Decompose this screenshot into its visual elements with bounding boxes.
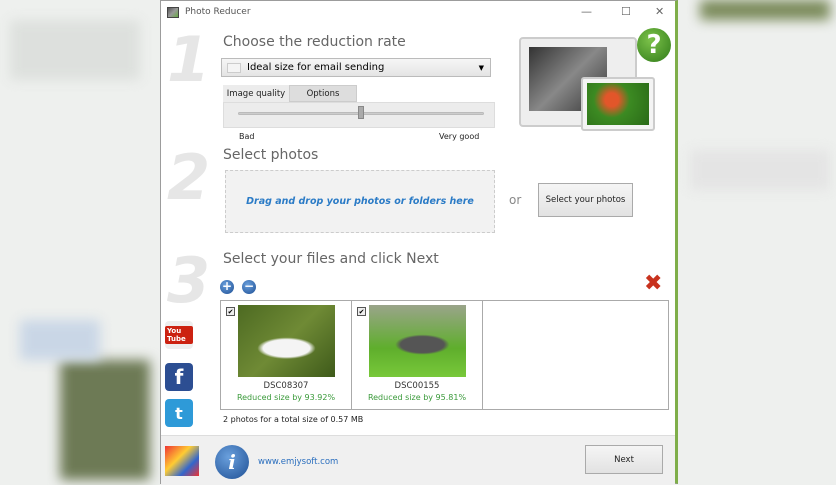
footer: i www.emjysoft.com Next [161, 435, 675, 485]
add-photo-button[interactable]: + [220, 280, 234, 294]
photo-thumbnail [369, 305, 466, 377]
reduction-status: Reduced size by 93.92% [236, 393, 336, 402]
file-name: DSC00155 [394, 381, 440, 391]
quality-slider-thumb[interactable] [358, 106, 364, 119]
slider-max-label: Very good [439, 132, 480, 141]
youtube-icon: You Tube [165, 326, 193, 344]
reduction-preset-dropdown[interactable]: Ideal size for email sending ▼ [221, 58, 491, 77]
twitter-link[interactable]: t [165, 399, 193, 427]
youtube-link[interactable]: You Tube [165, 321, 193, 349]
books-icon [165, 446, 199, 476]
or-label: or [509, 193, 522, 207]
list-item[interactable]: ✔ DSC00155 Reduced size by 95.81% [352, 301, 483, 410]
background-blur [700, 0, 830, 20]
background-blur [10, 20, 140, 80]
preset-value: Ideal size for email sending [247, 62, 385, 73]
photo-checkbox[interactable]: ✔ [357, 307, 366, 316]
step-number: 1 [167, 23, 211, 96]
background-blur [690, 150, 830, 190]
chevron-down-icon: ▼ [478, 63, 484, 72]
close-button[interactable]: ✕ [655, 5, 664, 18]
title-bar: Photo Reducer — ☐ ✕ [161, 1, 675, 23]
photo-list: ✔ DSC08307 Reduced size by 93.92% ✔ DSC0… [220, 300, 669, 410]
facebook-link[interactable]: f [165, 363, 193, 391]
facebook-icon: f [174, 365, 184, 389]
app-illustration [519, 37, 655, 131]
maximize-button[interactable]: ☐ [621, 5, 631, 18]
step3-heading: Select your files and click Next [223, 251, 439, 267]
next-button[interactable]: Next [585, 445, 663, 474]
info-icon: i [228, 450, 236, 474]
background-blur [20, 320, 100, 360]
file-name: DSC08307 [263, 381, 309, 391]
photo-thumbnail [238, 305, 335, 377]
clear-list-button[interactable]: ✖ [644, 271, 662, 296]
quality-panel [223, 102, 495, 128]
step-number: 2 [167, 141, 211, 214]
step1-heading: Choose the reduction rate [223, 34, 406, 50]
help-icon: ? [646, 30, 662, 60]
tab-image-quality[interactable]: Image quality [223, 85, 289, 102]
select-photos-button[interactable]: Select your photos [538, 183, 633, 217]
remove-photo-button[interactable]: − [242, 280, 256, 294]
background-blur [60, 360, 150, 480]
reduction-status: Reduced size by 95.81% [367, 393, 467, 402]
window-title: Photo Reducer [185, 7, 251, 17]
envelope-icon [227, 62, 241, 73]
photo-reducer-window: Photo Reducer — ☐ ✕ 1 Choose the reducti… [160, 0, 678, 485]
help-button[interactable]: ? [637, 28, 671, 62]
tab-options[interactable]: Options [289, 85, 357, 102]
photo-checkbox[interactable]: ✔ [226, 307, 235, 316]
slider-min-label: Bad [239, 132, 255, 141]
app-icon [167, 6, 179, 18]
summary-text: 2 photos for a total size of 0.57 MB [223, 415, 364, 424]
drop-zone[interactable]: Drag and drop your photos or folders her… [225, 170, 495, 233]
step2-heading: Select photos [223, 147, 319, 163]
minimize-button[interactable]: — [581, 5, 592, 18]
step-number: 3 [167, 244, 211, 317]
twitter-icon: t [175, 403, 183, 423]
list-item[interactable]: ✔ DSC08307 Reduced size by 93.92% [221, 301, 352, 410]
info-button[interactable]: i [215, 445, 249, 479]
website-link[interactable]: www.emjysoft.com [258, 457, 338, 467]
